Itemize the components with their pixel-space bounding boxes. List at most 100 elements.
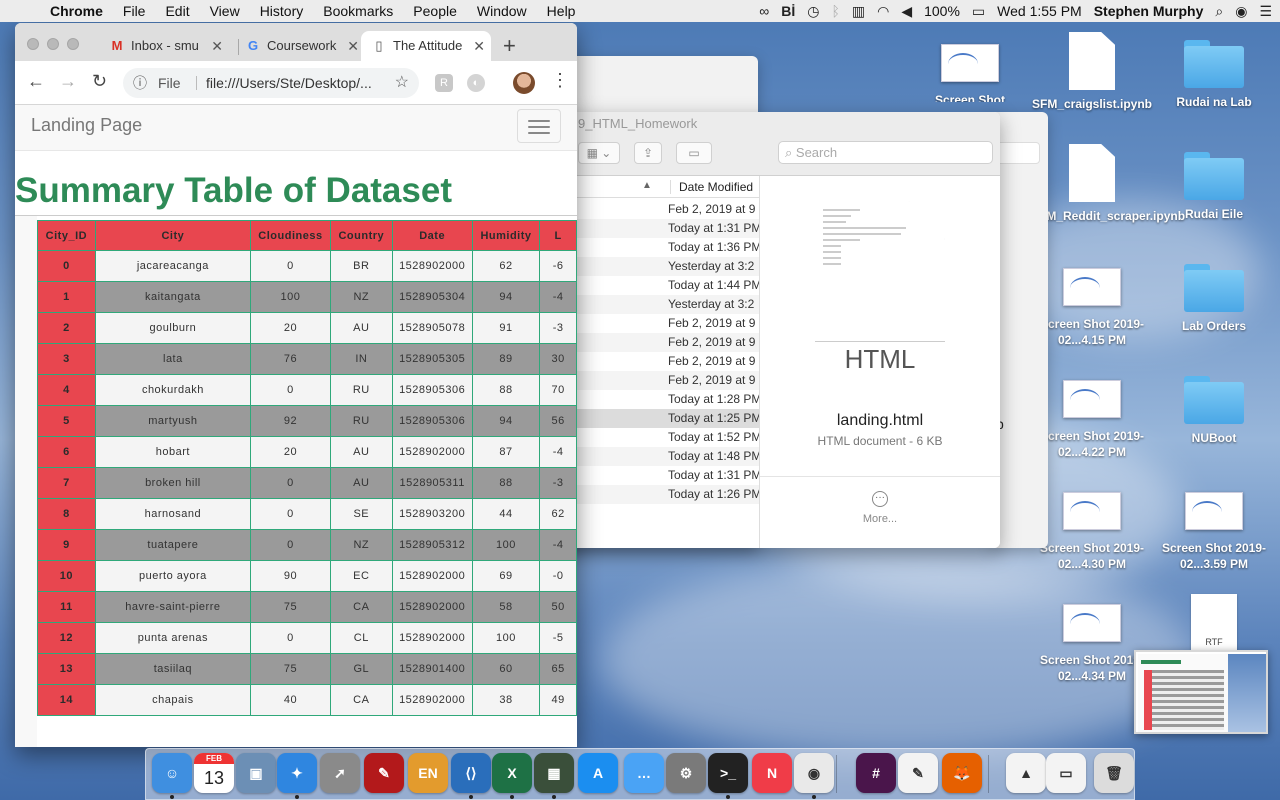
menu-people[interactable]: People: [403, 3, 467, 19]
url-text[interactable]: file:///Users/Ste/Desktop/...: [206, 68, 386, 98]
finder-row[interactable]: Today at 1:36 PM: [560, 238, 760, 257]
memory-status-icon[interactable]: ▥: [852, 3, 865, 20]
back-button[interactable]: ←: [27, 71, 45, 92]
creative-cloud-icon[interactable]: ∞: [759, 3, 769, 19]
siri-icon[interactable]: ◉: [1235, 3, 1247, 20]
menu-edit[interactable]: Edit: [155, 3, 199, 19]
finder-row[interactable]: Today at 1:52 PM: [560, 428, 760, 447]
more-icon[interactable]: ···: [872, 491, 888, 507]
close-tab-icon[interactable]: ✕: [211, 31, 223, 61]
bi-status-icon[interactable]: Bİ: [781, 3, 795, 19]
tab-coursework[interactable]: G Coursework ✕: [239, 31, 369, 61]
trash-icon[interactable]: 🗑: [1094, 753, 1134, 793]
menu-window[interactable]: Window: [467, 3, 537, 19]
finder-column-header[interactable]: ▲ Date Modified: [560, 176, 760, 198]
spotlight-search-icon[interactable]: ⌕: [1215, 3, 1223, 20]
finder-row[interactable]: Today at 1:28 PM: [560, 390, 760, 409]
time-machine-icon[interactable]: ◷: [807, 3, 819, 20]
bookmark-star-icon[interactable]: ☆: [395, 68, 409, 98]
finder-row[interactable]: Feb 2, 2019 at 9: [560, 352, 760, 371]
vlc-icon[interactable]: ▲: [1006, 753, 1046, 793]
acrobat-icon[interactable]: ✎: [364, 753, 404, 793]
desktop-icon-rudai-na-lab[interactable]: Rudai na Lab: [1153, 40, 1275, 110]
finder-row[interactable]: Feb 2, 2019 at 9: [560, 371, 760, 390]
finder-search-field[interactable]: ⌕ Search: [778, 141, 993, 164]
column-header-city[interactable]: City: [94, 220, 252, 251]
chrome-menu-icon[interactable]: ⋮: [551, 70, 569, 91]
profile-avatar[interactable]: [513, 72, 535, 94]
menu-view[interactable]: View: [200, 3, 250, 19]
terminal-icon[interactable]: >_: [708, 753, 748, 793]
finder-row[interactable]: Feb 2, 2019 at 9: [560, 333, 760, 352]
date-modified-header[interactable]: Date Modified: [670, 180, 753, 194]
finder-row[interactable]: Feb 2, 2019 at 9: [560, 200, 760, 219]
column-header-date[interactable]: Date: [391, 220, 473, 251]
tags-button[interactable]: ▭: [676, 142, 712, 164]
extension-icon[interactable]: R: [435, 74, 453, 92]
menu-file[interactable]: File: [113, 3, 156, 19]
column-header-cloudiness[interactable]: Cloudiness: [250, 220, 331, 251]
menu-history[interactable]: History: [250, 3, 314, 19]
finder-row[interactable]: Yesterday at 3:2: [560, 295, 760, 314]
close-tab-icon[interactable]: ✕: [473, 31, 485, 61]
messages-icon[interactable]: …: [624, 753, 664, 793]
column-header-city-id[interactable]: City_ID: [37, 220, 96, 251]
calendar-icon[interactable]: FEB 13: [194, 753, 234, 793]
finder-row[interactable]: Today at 1:44 PM: [560, 276, 760, 295]
system-preferences-icon[interactable]: ⚙: [666, 753, 706, 793]
firefox-icon[interactable]: 🦊: [942, 753, 982, 793]
desktop-icon-rtf[interactable]: RTF: [1153, 594, 1275, 652]
news-icon[interactable]: N: [752, 753, 792, 793]
desktop-icon-screenshot-422[interactable]: Screen Shot 2019-02...4.22 PM: [1031, 370, 1153, 460]
navbar-brand-link[interactable]: Landing Page: [31, 115, 142, 136]
battery-icon[interactable]: ▭: [972, 3, 985, 20]
excel-icon[interactable]: X: [492, 753, 532, 793]
finder-row[interactable]: Feb 2, 2019 at 9: [560, 314, 760, 333]
view-options-button[interactable]: ▦ ⌄: [578, 142, 620, 164]
bluetooth-icon[interactable]: ᛒ: [831, 3, 839, 19]
column-header-country[interactable]: Country: [329, 220, 393, 251]
desktop-icon-reddit-scraper-notebook[interactable]: SFM_Reddit_scraper.ipynb: [1031, 144, 1185, 224]
share-button[interactable]: ⇪: [634, 142, 662, 164]
vscode-icon[interactable]: ⟨⟩: [451, 753, 491, 793]
volume-icon[interactable]: ◀: [901, 3, 912, 20]
menu-user-name[interactable]: Stephen Murphy: [1094, 3, 1204, 19]
finder-row[interactable]: Today at 1:31 PM: [560, 466, 760, 485]
screenshot-thumbnail-preview[interactable]: [1134, 650, 1268, 734]
info-icon[interactable]: ⓘ: [133, 68, 147, 98]
close-window-button[interactable]: [27, 38, 39, 50]
textedit-icon[interactable]: ✎: [898, 753, 938, 793]
forward-button[interactable]: →: [59, 71, 77, 92]
slack-icon[interactable]: #: [856, 753, 896, 793]
column-header-humidity[interactable]: Humidity: [471, 220, 541, 251]
navbar-toggle-button[interactable]: [517, 109, 561, 143]
finder-icon[interactable]: ☺: [152, 753, 192, 793]
tab-inbox[interactable]: M Inbox - smu ✕: [103, 31, 239, 61]
menu-bookmarks[interactable]: Bookmarks: [313, 3, 403, 19]
battery-percent[interactable]: 100%: [924, 3, 960, 19]
finder-row-selected[interactable]: Today at 1:25 PM: [560, 409, 760, 428]
desktop-icon-screenshot-430[interactable]: Screen Shot 2019-02...4.30 PM: [1031, 482, 1153, 572]
column-header-lat[interactable]: L: [539, 220, 577, 251]
finder-row[interactable]: Today at 1:26 PM: [560, 485, 760, 504]
wifi-icon[interactable]: ◠: [877, 3, 889, 20]
launchpad-icon[interactable]: ➚: [320, 753, 360, 793]
address-bar[interactable]: ⓘ File file:///Users/Ste/Desktop/... ☆: [123, 68, 419, 98]
desktop-icon-screenshot[interactable]: Screen Shot: [909, 42, 1031, 102]
close-tab-icon[interactable]: ✕: [347, 31, 359, 61]
finder-row[interactable]: Yesterday at 3:2: [560, 257, 760, 276]
extension-2-icon[interactable]: ◐: [467, 74, 485, 92]
reload-button[interactable]: ↻: [92, 71, 107, 92]
chrome-icon[interactable]: ◉: [794, 753, 834, 793]
new-tab-button[interactable]: +: [503, 33, 516, 59]
zoom-window-button[interactable]: [67, 38, 79, 50]
preview-icon[interactable]: ▣: [236, 753, 276, 793]
finder-row[interactable]: Today at 1:48 PM: [560, 447, 760, 466]
screen-icon[interactable]: ▭: [1046, 753, 1086, 793]
photo-app-icon[interactable]: ▦: [534, 753, 574, 793]
more-button[interactable]: More...: [760, 513, 1000, 525]
desktop-icon-rudai-eile[interactable]: Rudai Eile: [1153, 152, 1275, 222]
desktop-icon-lab-orders[interactable]: Lab Orders: [1153, 264, 1275, 334]
app-store-icon[interactable]: A: [578, 753, 618, 793]
menu-help[interactable]: Help: [537, 3, 586, 19]
